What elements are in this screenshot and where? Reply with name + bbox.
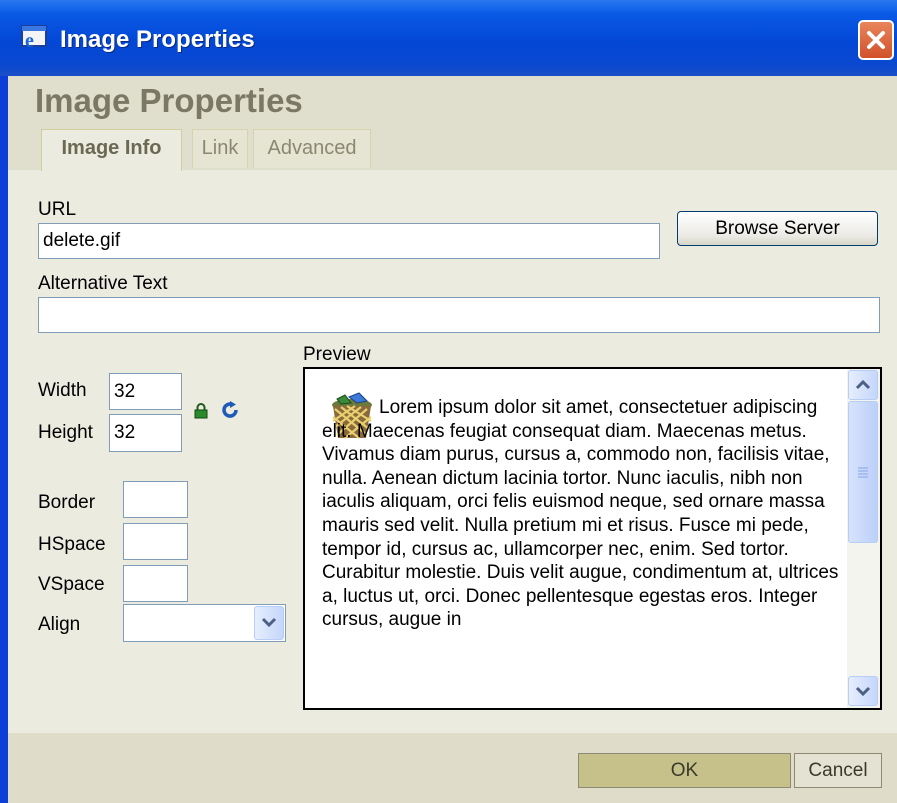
dialog-window: e Image Properties Image Properties Imag… xyxy=(0,0,897,803)
window-title: Image Properties xyxy=(60,26,255,53)
chevron-down-icon xyxy=(855,686,871,697)
border-input[interactable] xyxy=(123,481,188,518)
tab-link[interactable]: Link xyxy=(192,129,248,168)
align-label: Align xyxy=(38,614,81,635)
scroll-down-button[interactable] xyxy=(848,676,878,706)
lock-ratio-icon[interactable] xyxy=(194,403,208,419)
url-input[interactable]: delete.gif xyxy=(38,223,660,259)
close-icon xyxy=(867,31,885,49)
url-label: URL xyxy=(38,199,77,220)
scroll-thumb[interactable] xyxy=(848,401,878,543)
vspace-label: VSpace xyxy=(38,574,105,595)
svg-text:e: e xyxy=(25,30,34,52)
browse-server-button[interactable]: Browse Server xyxy=(677,211,878,246)
ok-button[interactable]: OK xyxy=(578,753,791,788)
width-label: Width xyxy=(38,380,87,401)
grip-icon xyxy=(858,467,868,478)
chevron-down-icon xyxy=(261,617,277,628)
preview-pane[interactable]: Lorem ipsum dolor sit amet, consectetuer… xyxy=(303,367,882,710)
dialog-heading: Image Properties xyxy=(35,82,303,119)
preview-text: Lorem ipsum dolor sit amet, consectetuer… xyxy=(322,397,839,631)
hspace-label: HSpace xyxy=(38,534,106,555)
tab-image-info[interactable]: Image Info xyxy=(41,129,182,171)
tab-advanced[interactable]: Advanced xyxy=(253,129,371,168)
alternative-text-label: Alternative Text xyxy=(38,273,168,294)
align-select[interactable] xyxy=(123,604,286,642)
alternative-text-input[interactable] xyxy=(38,297,880,333)
reset-size-icon[interactable] xyxy=(220,400,240,420)
dialog-header: Image Properties Image Info Link Advance… xyxy=(8,76,897,171)
height-label: Height xyxy=(38,422,93,443)
scroll-up-button[interactable] xyxy=(848,370,878,400)
close-button[interactable] xyxy=(858,20,894,60)
vspace-input[interactable] xyxy=(123,565,188,602)
cancel-button[interactable]: Cancel xyxy=(794,753,882,788)
border-label: Border xyxy=(38,492,96,513)
width-input[interactable]: 32 xyxy=(109,373,182,410)
chevron-up-icon xyxy=(855,379,871,390)
preview-label: Preview xyxy=(303,344,371,365)
height-input[interactable]: 32 xyxy=(109,414,182,452)
browser-icon: e xyxy=(21,25,47,52)
preview-scrollbar[interactable] xyxy=(847,369,880,708)
title-bar[interactable]: e Image Properties xyxy=(0,0,897,76)
hspace-input[interactable] xyxy=(123,523,188,560)
dialog-body: Image Properties Image Info Link Advance… xyxy=(8,76,897,803)
align-dropdown-button[interactable] xyxy=(254,606,284,640)
